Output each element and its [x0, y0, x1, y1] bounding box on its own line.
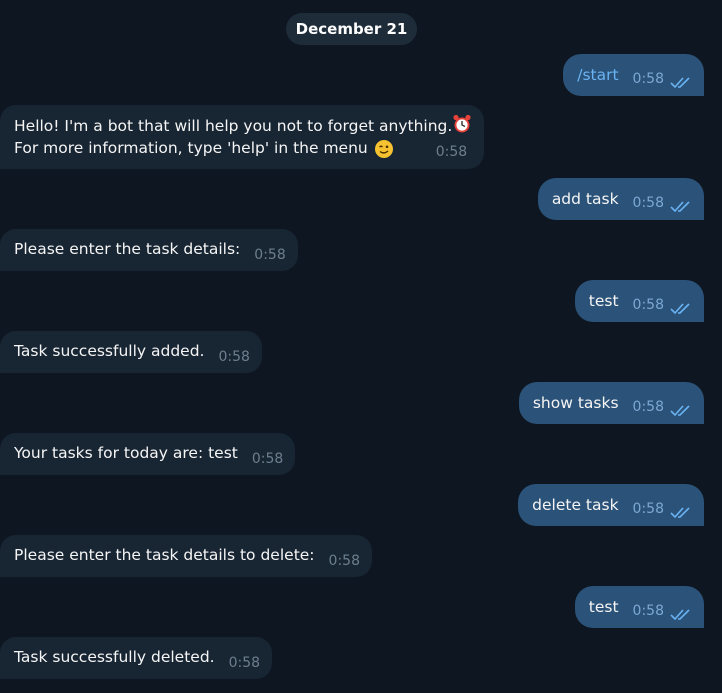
outgoing-message[interactable]: test 0:58	[574, 586, 704, 628]
message-text: delete task	[532, 496, 619, 514]
message-time: 0:58	[251, 451, 284, 467]
winking-face-emoji	[374, 140, 393, 158]
message-text: Task successfully added.	[14, 342, 205, 360]
incoming-message[interactable]: Task successfully deleted. 0:58	[0, 637, 273, 679]
incoming-message[interactable]: Please enter the task details to delete:…	[0, 535, 372, 577]
double-check-icon	[670, 77, 690, 89]
date-separator: December 21	[286, 13, 417, 45]
message-text: add task	[551, 190, 619, 208]
message-text: For more information, type 'help' in the…	[14, 139, 368, 157]
message-time: 0:58	[328, 553, 360, 569]
double-check-icon	[670, 201, 690, 213]
double-check-icon	[670, 609, 690, 621]
message-text: Please enter the task details to delete:	[14, 546, 315, 564]
chat-history[interactable]: December 21 /start 0:58 Hello! I'm a bot …	[0, 0, 722, 693]
message-text: Your tasks for today are: test	[14, 444, 238, 462]
outgoing-message[interactable]: add task 0:58	[537, 178, 704, 220]
message-text: Task successfully deleted.	[14, 648, 215, 666]
outgoing-message[interactable]: delete task 0:58	[518, 484, 704, 526]
double-check-icon	[670, 405, 690, 417]
incoming-message[interactable]: Task successfully added. 0:58	[0, 331, 262, 373]
date-label: December 21	[295, 20, 408, 38]
alarm-clock-emoji	[453, 114, 471, 133]
message-time: 0:58	[218, 349, 250, 365]
message-text: test	[588, 292, 619, 310]
message-time: 0:58	[228, 655, 261, 671]
message-time: 0:58	[632, 399, 664, 415]
double-check-icon	[670, 303, 690, 315]
incoming-message[interactable]: Please enter the task details: 0:58	[0, 229, 298, 271]
message-time: 0:58	[632, 297, 664, 313]
message-text: test	[588, 598, 619, 616]
incoming-message[interactable]: Hello! I'm a bot that will help you not …	[0, 105, 485, 169]
outgoing-message[interactable]: show tasks 0:58	[518, 382, 704, 424]
message-time: 0:58	[254, 247, 286, 263]
message-text: Please enter the task details:	[14, 240, 241, 258]
message-time: 0:58	[632, 71, 664, 87]
message-time: 0:58	[435, 144, 468, 160]
message-line: Hello! I'm a bot that will help you not …	[14, 114, 472, 137]
message-time: 0:58	[632, 501, 664, 517]
message-text: Hello! I'm a bot that will help you not …	[14, 117, 453, 135]
incoming-message[interactable]: Your tasks for today are: test 0:58	[0, 433, 296, 475]
outgoing-message[interactable]: /start 0:58	[563, 54, 704, 96]
double-check-icon	[670, 507, 690, 519]
outgoing-message[interactable]: test 0:58	[574, 280, 704, 322]
bot-command-link[interactable]: /start	[577, 64, 618, 86]
message-time: 0:58	[632, 195, 664, 211]
message-line: For more information, type 'help' in the…	[14, 137, 472, 160]
message-text: show tasks	[532, 394, 619, 412]
message-time: 0:58	[632, 603, 664, 619]
